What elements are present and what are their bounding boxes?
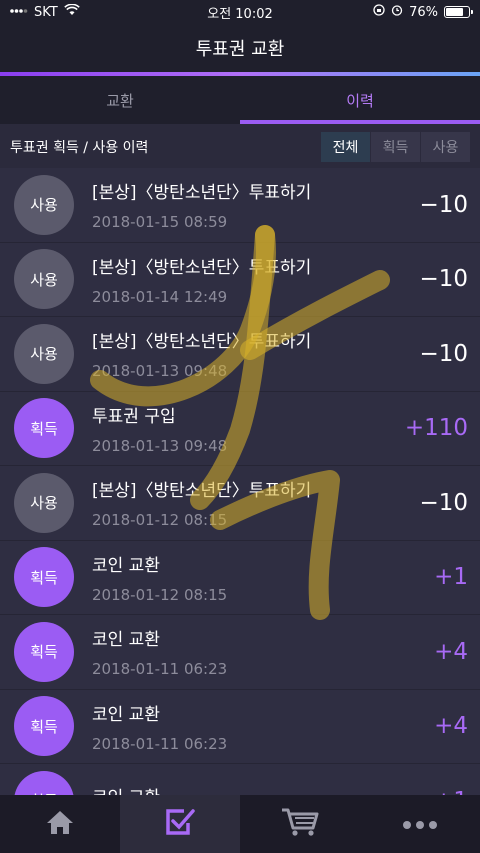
row-title: [본상]〈방탄소년단〉투표하기 xyxy=(92,481,312,502)
nav-home[interactable] xyxy=(0,795,120,853)
row-date: 2018-01-13 09:48 xyxy=(92,362,228,381)
row-amount: −10 xyxy=(419,266,468,293)
carrier-label: SKT xyxy=(34,4,58,20)
history-list[interactable]: 사용 [본상]〈방탄소년단〉투표하기 2018-01-15 08:59 −10 사… xyxy=(0,168,480,795)
row-amount: −10 xyxy=(419,489,468,516)
row-amount: −10 xyxy=(419,191,468,218)
history-header: 투표권 획득 / 사용 이력 전체 획득 사용 xyxy=(0,124,480,170)
history-row: 획득 코인 교환 2018-01-11 06:23 +4 xyxy=(0,689,480,764)
type-badge: 획득 xyxy=(14,696,74,757)
type-badge: 획득 xyxy=(14,621,74,682)
history-row: 사용 [본상]〈방탄소년단〉투표하기 2018-01-13 09:48 −10 xyxy=(0,317,480,392)
tab-history[interactable]: 이력 xyxy=(240,76,480,124)
nav-more[interactable] xyxy=(360,795,480,853)
history-row: 획득 코인 교환 2018-01-11 06:23 +4 xyxy=(0,615,480,690)
row-date: 2018-01-11 06:23 xyxy=(92,734,228,753)
clock: 오전 10:02 xyxy=(207,6,273,22)
nav-vote[interactable] xyxy=(120,795,240,853)
row-title: 코인 교환 xyxy=(92,704,160,725)
history-row: 획득 코인 교환 +1 xyxy=(0,764,480,795)
filter-acquired-button[interactable]: 획득 xyxy=(370,132,420,162)
page-title: 투표권 교환 xyxy=(195,39,285,60)
type-badge: 획득 xyxy=(14,770,74,795)
type-badge: 사용 xyxy=(14,472,74,533)
row-date: 2018-01-12 08:15 xyxy=(92,585,228,604)
battery-percent: 76% xyxy=(409,4,438,20)
history-row: 사용 [본상]〈방탄소년단〉투표하기 2018-01-14 12:49 −10 xyxy=(0,242,480,317)
bottom-nav xyxy=(0,795,480,853)
row-date: 2018-01-12 08:15 xyxy=(92,511,228,530)
row-amount: +1 xyxy=(434,788,468,795)
row-title: 코인 교환 xyxy=(92,630,160,651)
row-title: [본상]〈방탄소년단〉투표하기 xyxy=(92,332,312,353)
more-icon xyxy=(402,815,438,834)
row-title: 투표권 구입 xyxy=(92,406,176,427)
type-badge: 사용 xyxy=(14,174,74,235)
row-title: 코인 교환 xyxy=(92,555,160,576)
row-title: [본상]〈방탄소년단〉투표하기 xyxy=(92,183,312,204)
row-date: 2018-01-13 09:48 xyxy=(92,436,228,455)
wifi-icon xyxy=(63,3,80,20)
row-amount: −10 xyxy=(419,340,468,367)
type-badge: 사용 xyxy=(14,323,74,384)
vote-check-icon xyxy=(164,807,196,841)
filter-all-button[interactable]: 전체 xyxy=(320,132,370,162)
filter-group: 전체 획득 사용 xyxy=(320,132,470,162)
section-title: 투표권 획득 / 사용 이력 xyxy=(10,140,149,156)
nav-cart[interactable] xyxy=(240,795,360,853)
battery-icon xyxy=(444,6,473,18)
tab-bar: 교환 이력 xyxy=(0,76,480,124)
history-row: 획득 투표권 구입 2018-01-13 09:48 +110 xyxy=(0,391,480,466)
history-row: 사용 [본상]〈방탄소년단〉투표하기 2018-01-15 08:59 −10 xyxy=(0,168,480,243)
row-date: 2018-01-14 12:49 xyxy=(92,287,228,306)
status-bar: SKT 오전 10:02 76% xyxy=(0,0,480,24)
rotation-lock-icon xyxy=(373,4,385,20)
row-date: 2018-01-15 08:59 xyxy=(92,213,228,232)
row-amount: +1 xyxy=(434,564,468,591)
cart-icon xyxy=(280,806,320,842)
row-date: 2018-01-11 06:23 xyxy=(92,660,228,679)
history-row: 사용 [본상]〈방탄소년단〉투표하기 2018-01-12 08:15 −10 xyxy=(0,466,480,541)
page-header: 투표권 교환 xyxy=(0,24,480,72)
tab-exchange[interactable]: 교환 xyxy=(0,76,240,124)
filter-used-button[interactable]: 사용 xyxy=(420,132,470,162)
row-title: 코인 교환 xyxy=(92,783,434,795)
type-badge: 획득 xyxy=(14,547,74,608)
signal-icon xyxy=(10,5,28,20)
alarm-icon xyxy=(391,4,403,20)
type-badge: 획득 xyxy=(14,398,74,459)
history-row: 획득 코인 교환 2018-01-12 08:15 +1 xyxy=(0,540,480,615)
home-icon xyxy=(44,808,76,840)
type-badge: 사용 xyxy=(14,249,74,310)
row-amount: +4 xyxy=(434,638,468,665)
row-amount: +110 xyxy=(404,415,468,442)
row-amount: +4 xyxy=(434,713,468,740)
row-title: [본상]〈방탄소년단〉투표하기 xyxy=(92,257,312,278)
